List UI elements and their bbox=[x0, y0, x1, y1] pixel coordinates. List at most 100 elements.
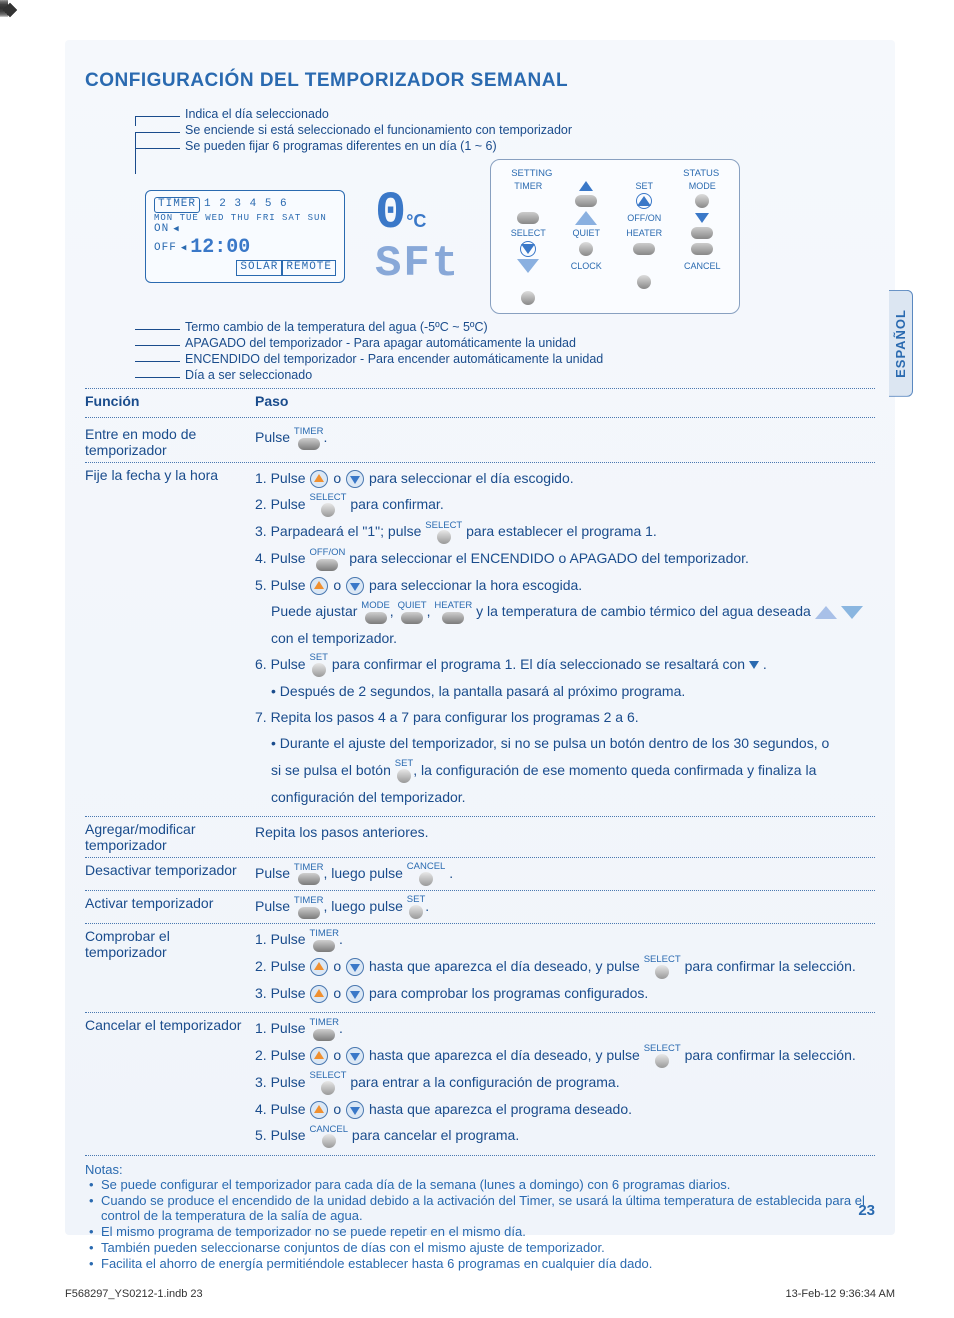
table-row: Entre en modo de temporizador Pulse TIME… bbox=[85, 422, 875, 463]
lcd-off: OFF bbox=[154, 242, 177, 255]
down-small-icon bbox=[521, 244, 535, 254]
btn-label: TIMER bbox=[294, 863, 324, 873]
divider bbox=[85, 417, 875, 418]
btn-label: SELECT bbox=[425, 521, 462, 531]
text: o bbox=[333, 577, 341, 593]
lbl: MODE bbox=[689, 181, 716, 191]
callout: Se enciende si está seleccionado el func… bbox=[95, 123, 875, 137]
text: Pulse bbox=[255, 898, 290, 914]
table-row: Fije la fecha y la hora 1. Pulse o para … bbox=[85, 463, 875, 817]
text: hasta que aparezca el día deseado, y pul… bbox=[369, 1047, 640, 1063]
func-cell: Entre en modo de temporizador bbox=[85, 426, 255, 458]
btn-label: TIMER bbox=[294, 427, 324, 437]
btn-label: QUIET bbox=[398, 601, 427, 611]
diagram-callouts-top: Indica el día seleccionado Se enciende s… bbox=[95, 107, 875, 153]
lbl: TIMER bbox=[514, 181, 542, 191]
btn-label: TIMER bbox=[309, 929, 339, 939]
th-paso: Paso bbox=[255, 393, 875, 409]
paso-cell: Pulse TIMER, luego pulse SET. bbox=[255, 895, 875, 919]
text: o bbox=[333, 985, 341, 1001]
btn-label: SELECT bbox=[644, 955, 681, 965]
button-panel: SETTINGSTATUS TIMER SET MODE OFF/ON SELE… bbox=[490, 159, 740, 314]
note-item: Facilita el ahorro de energía permitiénd… bbox=[85, 1256, 875, 1271]
btn-label: SET bbox=[407, 895, 425, 905]
up-button-icon bbox=[310, 1101, 328, 1119]
text: configuración del temporizador. bbox=[255, 786, 875, 809]
callout: APAGADO del temporizador - Para apagar a… bbox=[95, 336, 875, 350]
text: o bbox=[333, 958, 341, 974]
lcd-panel-area: TIMER 1 2 3 4 5 6 MON TUE WED THU FRI SA… bbox=[145, 159, 875, 314]
text: , la configuración de ese momento queda … bbox=[413, 762, 816, 778]
btn-label: MODE bbox=[361, 601, 390, 611]
lbl: OFF/ON bbox=[627, 213, 661, 223]
text: hasta que aparezca el programa deseado. bbox=[369, 1101, 632, 1117]
text: . bbox=[425, 898, 429, 914]
down-triangle-icon bbox=[749, 661, 759, 669]
callout: ENCENDIDO del temporizador - Para encend… bbox=[95, 352, 875, 366]
oval-button-icon bbox=[313, 940, 335, 952]
footer-timestamp: 13-Feb-12 9:36:34 AM bbox=[786, 1288, 895, 1300]
status-up-icon bbox=[575, 211, 597, 225]
language-tab: ESPAÑOL bbox=[889, 290, 913, 397]
lbl: HEATER bbox=[626, 228, 662, 238]
text: , luego pulse bbox=[323, 898, 402, 914]
oval-button-icon bbox=[442, 612, 464, 624]
down-button-icon bbox=[346, 470, 364, 488]
lbl: SET bbox=[635, 181, 653, 191]
oval-button-icon bbox=[313, 1029, 335, 1041]
panel-button bbox=[691, 227, 713, 239]
down-arrow-icon bbox=[695, 213, 709, 223]
lbl: CANCEL bbox=[684, 261, 721, 271]
text: 4. Pulse bbox=[255, 550, 306, 566]
func-cell: Comprobar el temporizador bbox=[85, 928, 255, 1008]
text: para seleccionar la hora escogida. bbox=[369, 577, 582, 593]
text: 3. Pulse bbox=[255, 985, 306, 1001]
text: • Después de 2 segundos, la pantalla pas… bbox=[255, 680, 875, 703]
down-button-icon bbox=[346, 985, 364, 1003]
text: , luego pulse bbox=[323, 865, 402, 881]
lbl: SELECT bbox=[511, 228, 546, 238]
paso-cell: Pulse TIMER. bbox=[255, 426, 875, 458]
text: hasta que aparezca el día deseado, y pul… bbox=[369, 958, 640, 974]
oval-button-icon bbox=[298, 907, 320, 919]
text: si se pulsa el botón bbox=[271, 762, 391, 778]
text: 1. Pulse bbox=[255, 1020, 306, 1036]
text: . bbox=[323, 429, 327, 445]
lcd-remote: REMOTE bbox=[282, 260, 336, 275]
btn-label: HEATER bbox=[434, 601, 472, 611]
oval-button-icon bbox=[316, 559, 338, 571]
page-title: CONFIGURACIÓN DEL TEMPORIZADOR SEMANAL bbox=[85, 70, 875, 92]
footer-file: F568297_YS0212-1.indb 23 bbox=[65, 1288, 203, 1300]
paso-cell: 1. Pulse o para seleccionar el día escog… bbox=[255, 467, 875, 812]
btn-label: CANCEL bbox=[309, 1125, 348, 1135]
down-button-icon bbox=[346, 577, 364, 595]
text: para cancelar el programa. bbox=[352, 1127, 519, 1143]
panel-button bbox=[517, 212, 539, 224]
seg-unit: °C bbox=[406, 211, 426, 231]
oval-button-icon bbox=[365, 612, 387, 624]
paso-cell: Repita los pasos anteriores. bbox=[255, 821, 875, 853]
panel-button bbox=[637, 275, 651, 289]
big-down-icon bbox=[841, 606, 863, 619]
text: Puede ajustar bbox=[271, 603, 357, 619]
text: para confirmar el programa 1. El día sel… bbox=[332, 656, 745, 672]
func-cell: Desactivar temporizador bbox=[85, 862, 255, 886]
panel-button bbox=[575, 195, 597, 207]
note-item: También pueden seleccionarse conjuntos d… bbox=[85, 1240, 875, 1255]
down-button-icon bbox=[346, 1101, 364, 1119]
round-button-icon bbox=[655, 965, 669, 979]
text: 6. Pulse bbox=[255, 656, 306, 672]
func-cell: Fije la fecha y la hora bbox=[85, 467, 255, 812]
text: . bbox=[763, 656, 767, 672]
oval-button-icon bbox=[401, 612, 423, 624]
up-button-icon bbox=[310, 985, 328, 1003]
func-cell: Activar temporizador bbox=[85, 895, 255, 919]
callout: Indica el día seleccionado bbox=[95, 107, 875, 121]
text: para entrar a la configuración de progra… bbox=[350, 1074, 619, 1090]
panel-hdr-setting: SETTING bbox=[511, 168, 552, 179]
text: 1. Pulse bbox=[255, 931, 306, 947]
panel-button bbox=[521, 291, 535, 305]
lcd-days: MON TUE WED THU FRI SAT SUN bbox=[154, 213, 327, 224]
up-small-icon bbox=[637, 196, 651, 206]
up-button-icon bbox=[310, 1047, 328, 1065]
